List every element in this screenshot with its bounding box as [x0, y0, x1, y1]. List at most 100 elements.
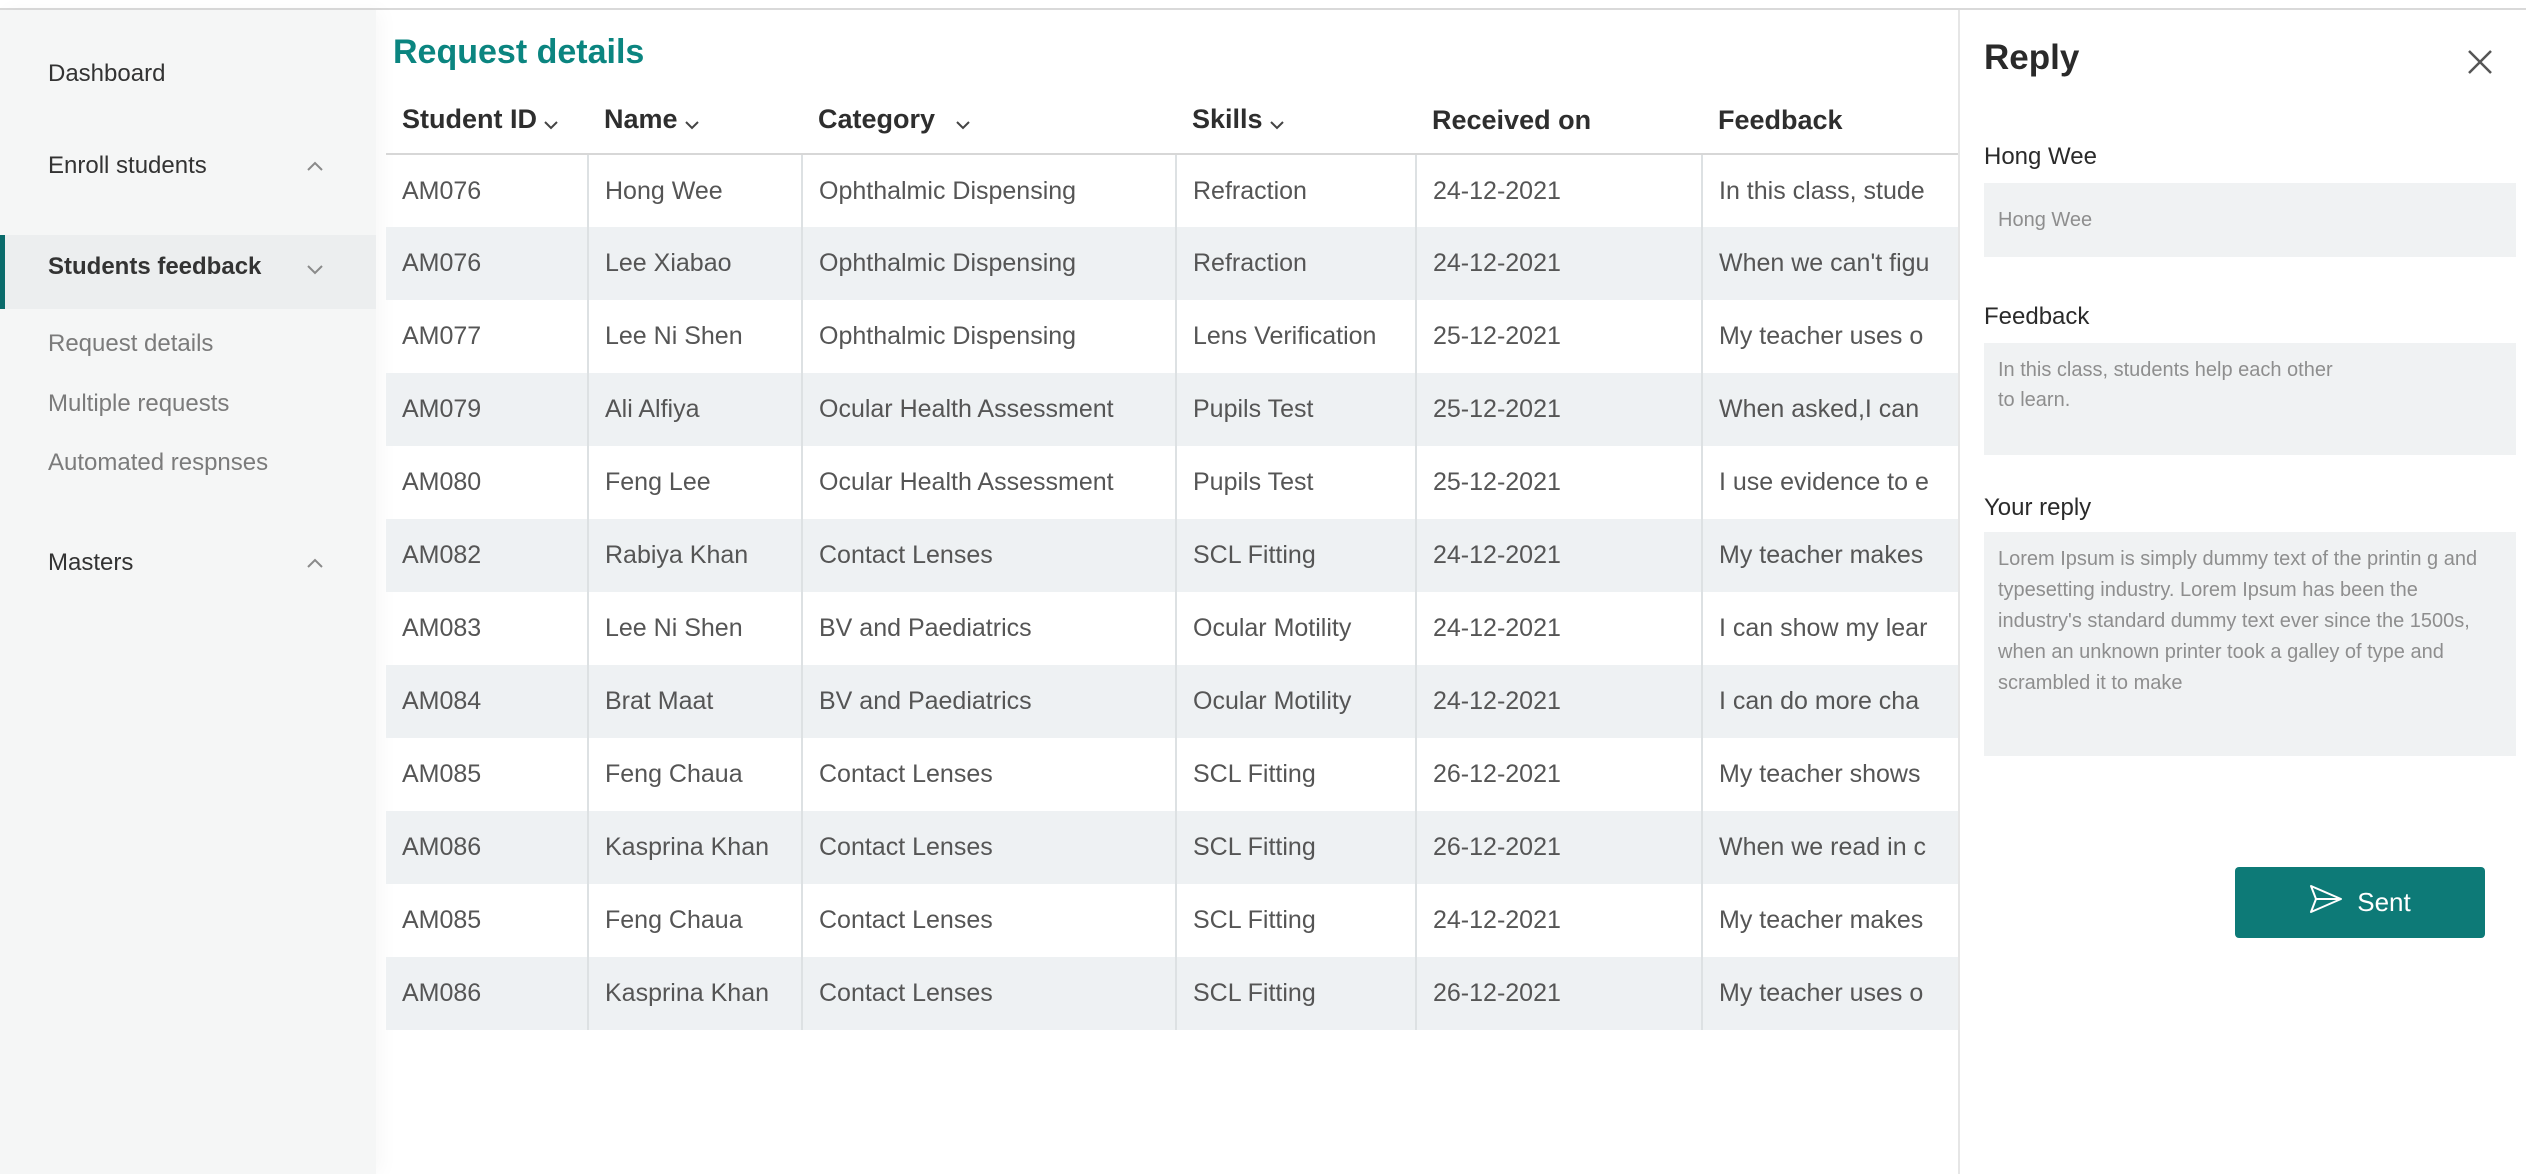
- chevron-down-icon[interactable]: [306, 263, 323, 277]
- send-button[interactable]: Sent: [2235, 867, 2485, 938]
- name-cell: Kasprina Khan: [587, 811, 802, 884]
- student-id-cell: AM077: [402, 322, 482, 350]
- feedback-cell: My teacher uses o: [1701, 957, 1960, 1030]
- table-row[interactable]: AM085 Feng Chaua Contact Lenses SCL Fitting…: [386, 884, 1960, 957]
- column-header-skills[interactable]: Skills: [1176, 88, 1416, 155]
- feedback-cell: When we read in c: [1701, 811, 1960, 884]
- table-row[interactable]: AM076 Hong Wee Ophthalmic Dispensing Refrac…: [386, 154, 1960, 227]
- student-id-cell: AM076: [402, 176, 482, 205]
- chevron-down-icon[interactable]: [955, 106, 971, 137]
- category-cell: Ophthalmic Dispensing: [801, 300, 1176, 373]
- sidebar-item-enroll-students[interactable]: Enroll students: [48, 152, 207, 180]
- received-on-cell: 26-12-2021: [1415, 811, 1702, 884]
- name-cell: Feng Chaua: [587, 884, 802, 957]
- name-cell: Kasprina Khan: [587, 957, 802, 1030]
- table-row[interactable]: AM084 Brat Maat BV and Paediatrics Ocular M…: [386, 665, 1960, 738]
- category-cell: Contact Lenses: [801, 738, 1176, 811]
- reply-panel: Reply Hong Wee Hong Wee Feedback In this…: [1958, 10, 2526, 1174]
- received-on-cell: 25-12-2021: [1415, 373, 1702, 446]
- skills-cell: SCL Fitting: [1175, 957, 1416, 1030]
- skills-cell: Pupils Test: [1175, 373, 1416, 446]
- name-cell: Lee Ni Shen: [587, 300, 802, 373]
- table-row[interactable]: AM086 Kasprina Khan Contact Lenses SCL Fitt…: [386, 957, 1960, 1030]
- name-field[interactable]: Hong Wee: [1984, 183, 2516, 257]
- sidebar-subitem-automated-responses[interactable]: Automated respnses: [48, 449, 268, 477]
- name-label: Hong Wee: [1984, 143, 2097, 170]
- feedback-cell: I can do more cha: [1701, 665, 1960, 738]
- received-on-cell: 24-12-2021: [1415, 227, 1702, 300]
- close-icon[interactable]: [2466, 48, 2494, 76]
- chevron-up-icon[interactable]: [306, 160, 323, 174]
- received-on-cell: 24-12-2021: [1415, 884, 1702, 957]
- sidebar-active-indicator: [0, 235, 5, 309]
- received-on-cell: 24-12-2021: [1415, 592, 1702, 665]
- table-row[interactable]: AM076 Lee Xiabao Ophthalmic Dispensing Refr…: [386, 227, 1960, 300]
- feedback-cell: When we can't figu: [1701, 227, 1960, 300]
- feedback-label: Feedback: [1984, 303, 2090, 330]
- skills-cell: Pupils Test: [1175, 446, 1416, 519]
- skills-cell: Refraction: [1175, 227, 1416, 300]
- column-header-student-id[interactable]: Student ID: [386, 88, 588, 155]
- category-cell: Ocular Health Assessment: [801, 446, 1176, 519]
- column-header-category[interactable]: Category: [802, 88, 1176, 155]
- category-cell: Ophthalmic Dispensing: [801, 227, 1176, 300]
- name-cell: Feng Lee: [587, 446, 802, 519]
- sidebar-subitem-request-details[interactable]: Request details: [48, 330, 213, 358]
- sidebar-item-masters[interactable]: Masters: [48, 549, 133, 577]
- student-id-cell: AM076: [386, 227, 588, 300]
- student-id-cell: AM085: [402, 906, 482, 934]
- column-header-received-on[interactable]: Received on: [1416, 88, 1702, 155]
- category-cell: BV and Paediatrics: [801, 592, 1176, 665]
- chevron-down-icon[interactable]: [543, 106, 559, 137]
- skills-cell: Ocular Motility: [1175, 592, 1416, 665]
- category-cell: Ophthalmic Dispensing: [801, 154, 1176, 227]
- feedback-cell: I use evidence to e: [1701, 446, 1960, 519]
- panel-title: Reply: [1984, 38, 2080, 77]
- skills-cell: SCL Fitting: [1175, 884, 1416, 957]
- table-body: AM076 Hong Wee Ophthalmic Dispensing Refrac…: [386, 154, 1960, 1030]
- name-cell: Feng Chaua: [587, 738, 802, 811]
- feedback-cell: In this class, stude: [1701, 154, 1960, 227]
- student-id-cell: AM086: [386, 811, 588, 884]
- feedback-cell: My teacher makes: [1701, 519, 1960, 592]
- sidebar: Dashboard Enroll students Students feedb…: [0, 10, 376, 1174]
- sidebar-item-dashboard[interactable]: Dashboard: [48, 60, 165, 88]
- table-row[interactable]: AM077 Lee Ni Shen Ophthalmic Dispensing Len…: [386, 300, 1960, 373]
- table-row[interactable]: AM085 Feng Chaua Contact Lenses SCL Fitting…: [386, 738, 1960, 811]
- received-on-cell: 24-12-2021: [1415, 665, 1702, 738]
- skills-cell: SCL Fitting: [1175, 738, 1416, 811]
- table-row[interactable]: AM086 Kasprina Khan Contact Lenses SCL Fitt…: [386, 811, 1960, 884]
- student-id-cell: AM086: [386, 957, 588, 1030]
- name-cell: Ali Alfiya: [587, 373, 802, 446]
- table-row[interactable]: AM080 Feng Lee Ocular Health Assessment Pup…: [386, 446, 1960, 519]
- chevron-down-icon[interactable]: [684, 106, 700, 137]
- skills-cell: Lens Verification: [1175, 300, 1416, 373]
- student-id-cell: AM079: [386, 373, 588, 446]
- received-on-cell: 26-12-2021: [1415, 957, 1702, 1030]
- chevron-down-icon[interactable]: [1269, 106, 1285, 137]
- table-header-row: Student ID Name Category Skills Received…: [386, 88, 1960, 155]
- student-id-cell: AM085: [402, 760, 482, 788]
- send-button-label: Sent: [2357, 887, 2411, 917]
- skills-cell: SCL Fitting: [1175, 519, 1416, 592]
- feedback-cell: My teacher shows: [1701, 738, 1960, 811]
- student-id-cell: AM082: [386, 519, 588, 592]
- category-cell: Contact Lenses: [801, 884, 1176, 957]
- table-row[interactable]: AM082 Rabiya Khan Contact Lenses SCL Fittin…: [386, 519, 1960, 592]
- feedback-cell: My teacher makes: [1701, 884, 1960, 957]
- reply-textarea[interactable]: Lorem Ipsum is simply dummy text of the …: [1984, 532, 2516, 756]
- chevron-up-icon[interactable]: [306, 557, 323, 571]
- name-cell: Brat Maat: [587, 665, 802, 738]
- column-header-name[interactable]: Name: [588, 88, 802, 155]
- received-on-cell: 25-12-2021: [1415, 446, 1702, 519]
- table-row[interactable]: AM083 Lee Ni Shen BV and Paediatrics Ocular…: [386, 592, 1960, 665]
- name-cell: Rabiya Khan: [587, 519, 802, 592]
- column-header-feedback[interactable]: Feedback: [1702, 88, 1960, 155]
- category-cell: Contact Lenses: [801, 519, 1176, 592]
- skills-cell: Refraction: [1175, 154, 1416, 227]
- student-id-cell: AM084: [386, 665, 588, 738]
- sidebar-subitem-multiple-requests[interactable]: Multiple requests: [48, 390, 229, 418]
- sidebar-item-students-feedback[interactable]: Students feedback: [48, 253, 261, 281]
- requests-table: Student ID Name Category Skills Received…: [386, 88, 1960, 1033]
- table-row[interactable]: AM079 Ali Alfiya Ocular Health Assessment P…: [386, 373, 1960, 446]
